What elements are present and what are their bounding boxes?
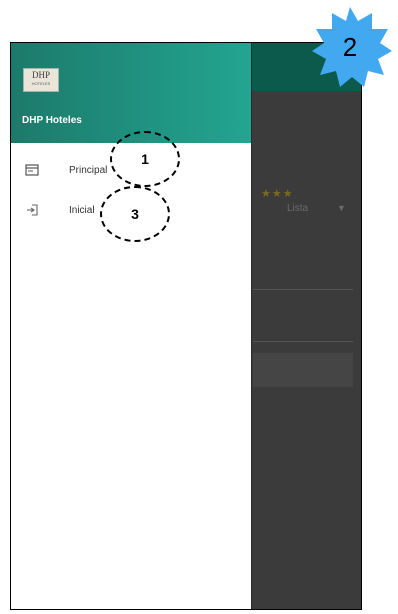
drawer-item-label: Principal (69, 165, 108, 176)
navigation-drawer: DHP HOTELES DHP Hoteles Principal Inicia… (11, 43, 252, 609)
rating-stars: ★★★ (261, 188, 294, 200)
hotel-logo: DHP HOTELES (23, 68, 59, 92)
login-icon (25, 203, 39, 217)
divider (253, 289, 353, 290)
brand-title: DHP Hoteles (22, 115, 82, 126)
badge-number: 2 (342, 31, 358, 62)
drawer-item-label: Inicial (69, 205, 95, 216)
logo-text: DHP (31, 70, 50, 80)
phone-screen: ★★★ Lista ▼ DHP HOTELES DHP Hoteles Prin… (10, 42, 362, 610)
dimmed-button (253, 353, 353, 387)
dropdown-caret-icon[interactable]: ▼ (337, 203, 346, 213)
divider (253, 341, 353, 342)
logo-subtext: HOTELES (31, 81, 51, 86)
drawer-header: DHP HOTELES DHP Hoteles (11, 43, 251, 143)
annotation-callout-3: 3 (100, 186, 170, 242)
select-value[interactable]: Lista (287, 203, 308, 214)
annotation-callout-1: 1 (110, 131, 180, 187)
calendar-card-icon (25, 163, 39, 177)
